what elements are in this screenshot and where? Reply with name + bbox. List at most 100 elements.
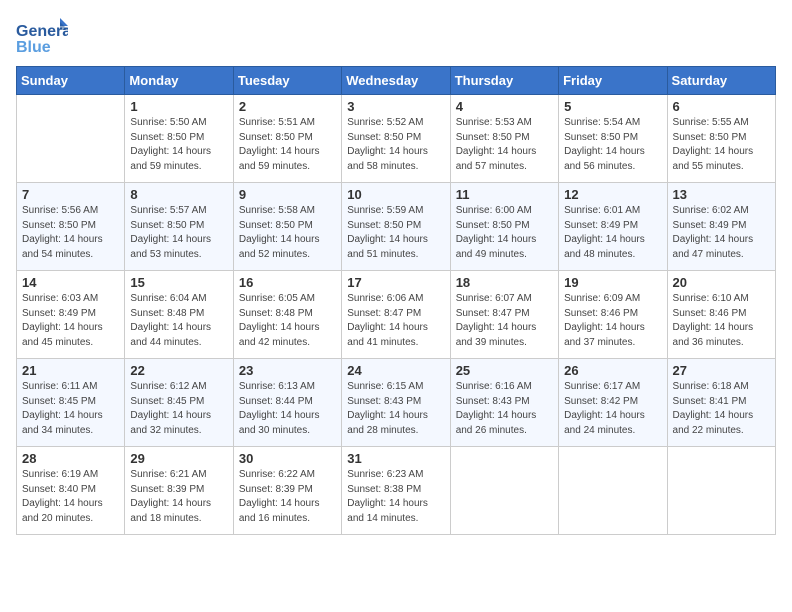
logo-wrapper: General Blue [16,16,68,58]
calendar-cell: 17 Sunrise: 6:06 AM Sunset: 8:47 PM Dayl… [342,271,450,359]
daylight-text: Daylight: 14 hours [22,234,103,245]
daylight-text: Daylight: 14 hours [347,498,428,509]
daylight-text: Daylight: 14 hours [239,498,320,509]
sunrise-text: Sunrise: 6:23 AM [347,469,423,480]
daylight-text-2: and 14 minutes. [347,513,418,524]
daylight-text: Daylight: 14 hours [239,146,320,157]
sunset-text: Sunset: 8:42 PM [564,396,638,407]
calendar-cell: 28 Sunrise: 6:19 AM Sunset: 8:40 PM Dayl… [17,447,125,535]
sunset-text: Sunset: 8:47 PM [347,308,421,319]
sunset-text: Sunset: 8:46 PM [673,308,747,319]
daylight-text-2: and 51 minutes. [347,249,418,260]
daylight-text-2: and 36 minutes. [673,337,744,348]
day-number: 17 [347,275,444,290]
calendar-cell: 8 Sunrise: 5:57 AM Sunset: 8:50 PM Dayli… [125,183,233,271]
day-info: Sunrise: 5:58 AM Sunset: 8:50 PM Dayligh… [239,204,336,262]
header-day-friday: Friday [559,67,667,95]
calendar-cell: 7 Sunrise: 5:56 AM Sunset: 8:50 PM Dayli… [17,183,125,271]
week-row-1: 1 Sunrise: 5:50 AM Sunset: 8:50 PM Dayli… [17,95,776,183]
daylight-text: Daylight: 14 hours [456,146,537,157]
day-number: 15 [130,275,227,290]
calendar-table: SundayMondayTuesdayWednesdayThursdayFrid… [16,66,776,535]
sunrise-text: Sunrise: 6:06 AM [347,293,423,304]
day-number: 24 [347,363,444,378]
sunset-text: Sunset: 8:38 PM [347,484,421,495]
sunset-text: Sunset: 8:50 PM [239,132,313,143]
sunset-text: Sunset: 8:39 PM [239,484,313,495]
daylight-text: Daylight: 14 hours [456,322,537,333]
daylight-text: Daylight: 14 hours [130,322,211,333]
daylight-text-2: and 37 minutes. [564,337,635,348]
day-info: Sunrise: 5:57 AM Sunset: 8:50 PM Dayligh… [130,204,227,262]
calendar-cell [559,447,667,535]
week-row-5: 28 Sunrise: 6:19 AM Sunset: 8:40 PM Dayl… [17,447,776,535]
sunrise-text: Sunrise: 5:55 AM [673,117,749,128]
day-number: 25 [456,363,553,378]
calendar-cell: 25 Sunrise: 6:16 AM Sunset: 8:43 PM Dayl… [450,359,558,447]
sunrise-text: Sunrise: 6:12 AM [130,381,206,392]
calendar-cell: 22 Sunrise: 6:12 AM Sunset: 8:45 PM Dayl… [125,359,233,447]
day-info: Sunrise: 6:06 AM Sunset: 8:47 PM Dayligh… [347,292,444,350]
day-info: Sunrise: 5:52 AM Sunset: 8:50 PM Dayligh… [347,116,444,174]
day-number: 7 [22,187,119,202]
sunset-text: Sunset: 8:50 PM [456,132,530,143]
daylight-text-2: and 45 minutes. [22,337,93,348]
day-number: 18 [456,275,553,290]
logo-graphic: General Blue [16,16,68,58]
sunrise-text: Sunrise: 6:00 AM [456,205,532,216]
sunset-text: Sunset: 8:49 PM [673,220,747,231]
sunrise-text: Sunrise: 6:18 AM [673,381,749,392]
daylight-text: Daylight: 14 hours [22,410,103,421]
daylight-text-2: and 41 minutes. [347,337,418,348]
sunrise-text: Sunrise: 6:10 AM [673,293,749,304]
sunrise-text: Sunrise: 5:58 AM [239,205,315,216]
daylight-text-2: and 52 minutes. [239,249,310,260]
calendar-cell: 19 Sunrise: 6:09 AM Sunset: 8:46 PM Dayl… [559,271,667,359]
header-day-tuesday: Tuesday [233,67,341,95]
daylight-text: Daylight: 14 hours [673,146,754,157]
daylight-text: Daylight: 14 hours [130,234,211,245]
sunset-text: Sunset: 8:50 PM [130,220,204,231]
header-day-thursday: Thursday [450,67,558,95]
calendar-cell: 11 Sunrise: 6:00 AM Sunset: 8:50 PM Dayl… [450,183,558,271]
sunrise-text: Sunrise: 6:13 AM [239,381,315,392]
day-number: 1 [130,99,227,114]
daylight-text-2: and 20 minutes. [22,513,93,524]
calendar-cell: 3 Sunrise: 5:52 AM Sunset: 8:50 PM Dayli… [342,95,450,183]
calendar-cell: 9 Sunrise: 5:58 AM Sunset: 8:50 PM Dayli… [233,183,341,271]
week-row-3: 14 Sunrise: 6:03 AM Sunset: 8:49 PM Dayl… [17,271,776,359]
day-number: 6 [673,99,770,114]
calendar-cell: 30 Sunrise: 6:22 AM Sunset: 8:39 PM Dayl… [233,447,341,535]
daylight-text-2: and 48 minutes. [564,249,635,260]
calendar-cell: 13 Sunrise: 6:02 AM Sunset: 8:49 PM Dayl… [667,183,775,271]
day-info: Sunrise: 6:02 AM Sunset: 8:49 PM Dayligh… [673,204,770,262]
sunset-text: Sunset: 8:49 PM [564,220,638,231]
daylight-text-2: and 24 minutes. [564,425,635,436]
daylight-text-2: and 34 minutes. [22,425,93,436]
calendar-cell: 20 Sunrise: 6:10 AM Sunset: 8:46 PM Dayl… [667,271,775,359]
sunrise-text: Sunrise: 6:02 AM [673,205,749,216]
sunset-text: Sunset: 8:45 PM [22,396,96,407]
daylight-text-2: and 47 minutes. [673,249,744,260]
day-number: 23 [239,363,336,378]
sunset-text: Sunset: 8:50 PM [347,220,421,231]
day-info: Sunrise: 5:53 AM Sunset: 8:50 PM Dayligh… [456,116,553,174]
day-number: 26 [564,363,661,378]
day-info: Sunrise: 6:13 AM Sunset: 8:44 PM Dayligh… [239,380,336,438]
daylight-text-2: and 54 minutes. [22,249,93,260]
daylight-text-2: and 59 minutes. [130,161,201,172]
day-info: Sunrise: 6:03 AM Sunset: 8:49 PM Dayligh… [22,292,119,350]
calendar-cell: 18 Sunrise: 6:07 AM Sunset: 8:47 PM Dayl… [450,271,558,359]
day-info: Sunrise: 6:19 AM Sunset: 8:40 PM Dayligh… [22,468,119,526]
calendar-cell: 4 Sunrise: 5:53 AM Sunset: 8:50 PM Dayli… [450,95,558,183]
daylight-text: Daylight: 14 hours [347,322,428,333]
sunrise-text: Sunrise: 5:52 AM [347,117,423,128]
sunset-text: Sunset: 8:47 PM [456,308,530,319]
daylight-text: Daylight: 14 hours [564,410,645,421]
daylight-text: Daylight: 14 hours [456,234,537,245]
calendar-cell: 2 Sunrise: 5:51 AM Sunset: 8:50 PM Dayli… [233,95,341,183]
daylight-text: Daylight: 14 hours [347,234,428,245]
calendar-cell: 27 Sunrise: 6:18 AM Sunset: 8:41 PM Dayl… [667,359,775,447]
header-day-wednesday: Wednesday [342,67,450,95]
calendar-cell: 21 Sunrise: 6:11 AM Sunset: 8:45 PM Dayl… [17,359,125,447]
